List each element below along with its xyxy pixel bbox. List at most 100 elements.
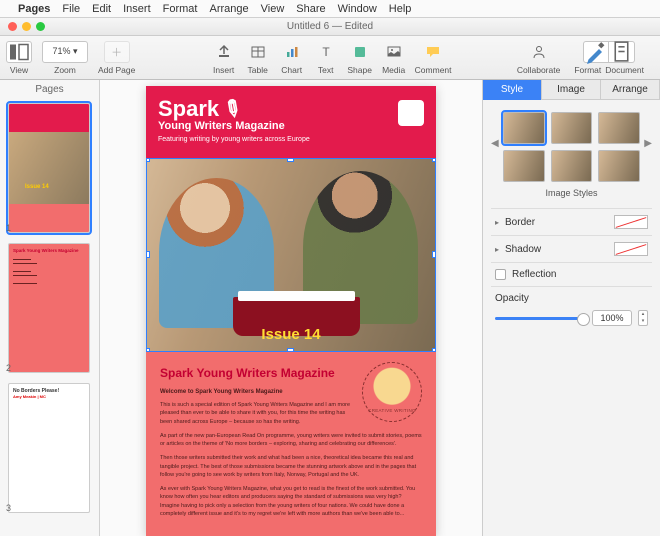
cover-header: Spark✎ Young Writers Magazine Featuring … <box>146 86 436 158</box>
article-paragraph: Then those writers submitted their work … <box>160 454 422 479</box>
issue-label: Issue 14 <box>261 326 320 343</box>
text-button[interactable]: T <box>313 41 339 63</box>
svg-text:T: T <box>322 45 330 59</box>
styles-prev[interactable]: ◀ <box>491 138 499 149</box>
thumb-subtitle: Amy Meakin | MC <box>13 394 85 399</box>
border-swatch[interactable] <box>614 215 648 229</box>
disclosure-triangle-icon: ▸ <box>495 218 499 227</box>
tab-image[interactable]: Image <box>542 80 601 100</box>
menu-edit[interactable]: Edit <box>92 3 111 15</box>
image-style-3[interactable] <box>598 112 640 144</box>
comment-button[interactable] <box>420 41 446 63</box>
menu-help[interactable]: Help <box>389 3 412 15</box>
image-style-6[interactable] <box>598 150 640 182</box>
page-number: 2 <box>6 363 11 373</box>
resize-handle[interactable] <box>287 348 294 352</box>
window-title: Untitled 6 — Edited <box>287 21 373 32</box>
menu-file[interactable]: File <box>62 3 80 15</box>
format-label: Format <box>574 65 601 75</box>
minimize-button[interactable] <box>22 22 31 31</box>
page-thumbnail-3[interactable]: No Borders Please!Amy Meakin | MC 3 <box>8 383 91 513</box>
menu-insert[interactable]: Insert <box>123 3 151 15</box>
app-menu[interactable]: Pages <box>18 3 50 15</box>
sidebar-header: Pages <box>0 80 99 99</box>
disclosure-triangle-icon: ▸ <box>495 245 499 254</box>
media-button[interactable] <box>381 41 407 63</box>
image-style-2[interactable] <box>551 112 593 144</box>
logo-badge <box>398 100 424 126</box>
pages-sidebar: Pages Issue 14 1 Spark Young Writers Mag… <box>0 80 100 536</box>
creative-writing-badge <box>362 362 422 422</box>
shadow-swatch[interactable] <box>614 242 648 256</box>
media-label: Media <box>382 65 405 75</box>
article-paragraph: As part of the new pan-European Read On … <box>160 432 422 449</box>
image-style-1[interactable] <box>503 112 545 144</box>
add-page-button[interactable]: ＋ <box>104 41 130 63</box>
table-label: Table <box>248 65 268 75</box>
image-styles-caption: Image Styles <box>503 188 640 198</box>
collaborate-label: Collaborate <box>517 65 560 75</box>
table-button[interactable] <box>245 41 271 63</box>
menu-window[interactable]: Window <box>338 3 377 15</box>
chart-button[interactable] <box>279 41 305 63</box>
image-style-5[interactable] <box>551 150 593 182</box>
toolbar: View 71% ▾ Zoom ＋ Add Page Insert Table … <box>0 36 660 80</box>
view-button[interactable] <box>6 41 32 63</box>
opacity-slider[interactable] <box>495 317 586 320</box>
cover-subtitle: Young Writers Magazine <box>158 120 424 132</box>
text-label: Text <box>318 65 334 75</box>
menubar: Pages File Edit Insert Format Arrange Vi… <box>0 0 660 18</box>
tab-arrange[interactable]: Arrange <box>601 80 660 100</box>
resize-handle[interactable] <box>146 158 150 162</box>
resize-handle[interactable] <box>287 158 294 162</box>
insert-button[interactable] <box>211 41 237 63</box>
shape-label: Shape <box>347 65 372 75</box>
page-thumbnail-1[interactable]: Issue 14 1 <box>8 103 91 233</box>
article-paragraph: As ever with Spark Young Writers Magazin… <box>160 485 422 518</box>
menu-view[interactable]: View <box>261 3 285 15</box>
comment-label: Comment <box>415 65 452 75</box>
thumb-title: Spark Young Writers Magazine <box>13 248 85 253</box>
tab-style[interactable]: Style <box>483 80 542 100</box>
format-button[interactable] <box>583 41 609 63</box>
image-style-4[interactable] <box>503 150 545 182</box>
styles-next[interactable]: ▶ <box>644 138 652 149</box>
reflection-row: Reflection <box>491 262 652 286</box>
zoom-label: Zoom <box>54 65 76 75</box>
insert-label: Insert <box>213 65 234 75</box>
opacity-stepper[interactable]: ▴▾ <box>638 310 648 326</box>
resize-handle[interactable] <box>146 348 150 352</box>
page-1[interactable]: Spark✎ Young Writers Magazine Featuring … <box>146 86 436 536</box>
fullscreen-button[interactable] <box>36 22 45 31</box>
format-inspector: Style Image Arrange ◀ ▶ Image Styles <box>482 80 660 536</box>
collaborate-button[interactable] <box>526 41 552 63</box>
zoom-dropdown[interactable]: 71% ▾ <box>42 41 88 63</box>
cover-tagline: Featuring writing by young writers acros… <box>158 136 424 143</box>
opacity-label: Opacity <box>495 293 648 304</box>
menu-arrange[interactable]: Arrange <box>209 3 248 15</box>
page-number: 3 <box>6 503 11 513</box>
document-canvas[interactable]: Spark✎ Young Writers Magazine Featuring … <box>100 80 482 536</box>
resize-handle[interactable] <box>432 348 436 352</box>
reflection-label: Reflection <box>512 269 648 280</box>
resize-handle[interactable] <box>432 251 436 258</box>
resize-handle[interactable] <box>432 158 436 162</box>
opacity-field[interactable]: 100% <box>592 310 632 326</box>
opacity-row: Opacity <box>491 286 652 310</box>
chart-label: Chart <box>281 65 302 75</box>
page-thumbnail-2[interactable]: Spark Young Writers Magazine▬▬▬▬▬▬▬▬▬▬▬▬… <box>8 243 91 373</box>
add-page-label: Add Page <box>98 65 135 75</box>
border-label: Border <box>505 217 614 228</box>
menu-format[interactable]: Format <box>163 3 198 15</box>
border-disclosure[interactable]: ▸ Border <box>491 208 652 235</box>
document-button[interactable] <box>609 41 635 63</box>
reflection-checkbox[interactable] <box>495 269 506 280</box>
close-button[interactable] <box>8 22 17 31</box>
shadow-disclosure[interactable]: ▸ Shadow <box>491 235 652 262</box>
article-body: Spark Young Writers Magazine Welcome to … <box>146 352 436 536</box>
cover-image[interactable]: Issue 14 <box>146 158 436 352</box>
shape-button[interactable] <box>347 41 373 63</box>
resize-handle[interactable] <box>146 251 150 258</box>
thumb-caption: Issue 14 <box>25 184 90 190</box>
menu-share[interactable]: Share <box>296 3 325 15</box>
